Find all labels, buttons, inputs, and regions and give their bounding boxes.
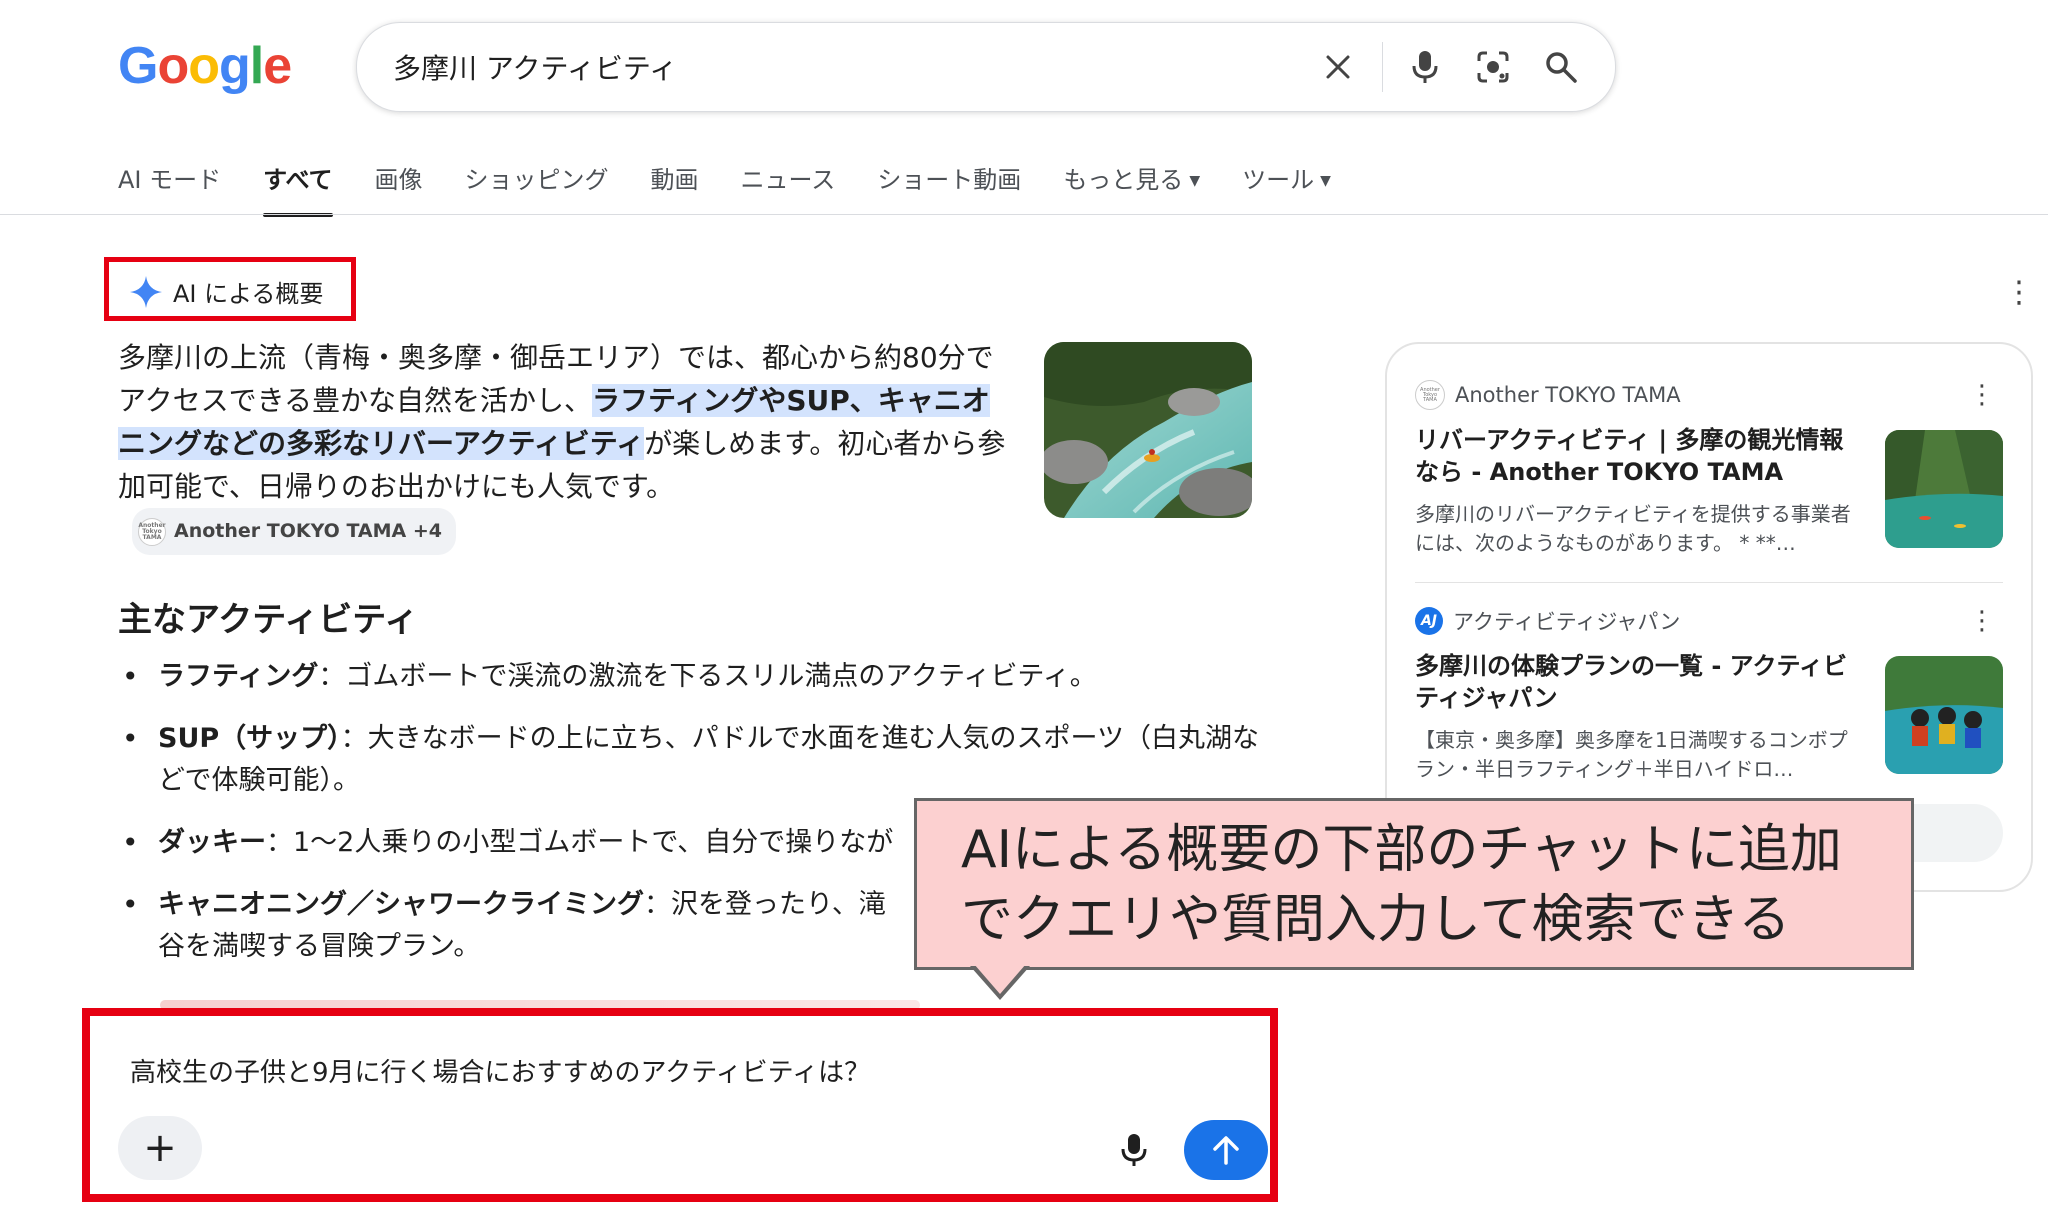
logo-letter: l <box>249 37 264 95</box>
activity-term: キャニオニング／シャワークライミング <box>158 889 644 920</box>
more-options-icon[interactable]: ⋮ <box>1969 606 1995 636</box>
callout-pointer-fill <box>974 964 1026 994</box>
ai-overview-label-highlight: AI による概要 <box>104 257 356 321</box>
annotation-callout: AIによる概要の下部のチャットに追加 でクエリや質問入力して検索できる <box>914 798 1914 970</box>
logo-letter: G <box>118 37 158 95</box>
lens-icon[interactable] <box>1467 41 1519 93</box>
ai-overview-label: AI による概要 <box>129 274 323 309</box>
more-options-icon[interactable]: ⋮ <box>1969 380 1995 410</box>
another-tokyo-tama-logo-icon: Another Tokyo TAMA <box>138 517 166 546</box>
header-divider <box>0 214 2048 215</box>
tab-tools[interactable]: ツール ▼ <box>1242 160 1331 211</box>
search-divider <box>1382 42 1383 92</box>
source-chip-label: Another TOKYO TAMA +4 <box>174 520 443 542</box>
microphone-icon[interactable] <box>1112 1128 1156 1172</box>
source-snippet: 【東京・奥多摩】奥多摩を1日満喫するコンボプラン・半日ラフティング＋半日ハイドロ… <box>1415 728 1848 781</box>
lake-kayak-thumbnail[interactable] <box>1885 430 2003 548</box>
source-snippet: 多摩川のリバーアクティビティを提供する事業者には、次のようなものがあります。 *… <box>1415 502 1851 555</box>
activity-term: ダッキー <box>158 827 266 858</box>
ai-overview-summary: 多摩川の上流（青梅・奥多摩・御岳エリア）では、都心から約80分でアクセスできる豊… <box>118 336 1008 555</box>
send-button[interactable] <box>1184 1120 1268 1180</box>
source-title[interactable]: リバーアクティビティ | 多摩の観光情報なら - Another TOKYO T… <box>1415 424 1855 488</box>
tab-news[interactable]: ニュース <box>741 160 836 211</box>
activity-desc: ：ゴムボートで渓流の激流を下るスリル満点のアクティビティ。 <box>318 661 1097 692</box>
arrow-up-icon <box>1213 1136 1239 1165</box>
more-options-icon[interactable]: ⋮ <box>2004 278 2034 308</box>
gemini-sparkle-icon <box>130 275 162 308</box>
activities-heading: 主なアクティビティ <box>118 600 419 640</box>
another-tokyo-tama-logo-icon: Another Tokyo TAMA <box>1415 380 1445 410</box>
source-site: Another Tokyo TAMA Another TOKYO TAMA <box>1415 380 2003 410</box>
search-input[interactable]: 多摩川 アクティビティ <box>393 47 677 87</box>
list-item: SUP（サップ）：大きなボードの上に立ち、パドルで水面を進む人気のスポーツ（白丸… <box>118 718 1268 802</box>
logo-letter: g <box>218 37 251 95</box>
plus-icon: + <box>143 1125 177 1171</box>
tab-ai-mode[interactable]: AI モード <box>118 160 221 211</box>
callout-line-2: でクエリや質問入力して検索できる <box>961 890 1791 950</box>
source-name: Another TOKYO TAMA <box>1455 383 1681 407</box>
chat-input[interactable]: 高校生の子供と9月に行く場合におすすめのアクティビティは？ <box>130 1052 870 1089</box>
tab-images[interactable]: 画像 <box>375 160 423 211</box>
activity-japan-logo-icon: AJ <box>1415 607 1443 635</box>
search-icon[interactable] <box>1535 41 1587 93</box>
search-tabs: AI モード すべて 画像 ショッピング 動画 ニュース ショート動画 もっと見… <box>118 160 1373 217</box>
logo-letter: e <box>263 37 292 95</box>
river-rafting-image[interactable] <box>1044 342 1252 518</box>
caret-down-icon: ▼ <box>1189 173 1201 189</box>
search-actions <box>1296 41 1587 93</box>
tab-shopping[interactable]: ショッピング <box>465 160 609 211</box>
activity-term: SUP（サップ） <box>158 723 341 754</box>
list-item: ラフティング：ゴムボートで渓流の激流を下るスリル満点のアクティビティ。 <box>118 656 1238 698</box>
google-logo[interactable]: Google <box>118 36 292 96</box>
activity-desc: ：1〜2人乗りの小型ゴムボートで、自分で操りなが <box>266 827 894 858</box>
source-chip[interactable]: Another Tokyo TAMA Another TOKYO TAMA +4 <box>132 508 457 555</box>
caret-down-icon: ▼ <box>1320 173 1331 189</box>
tab-more[interactable]: もっと見る ▼ <box>1063 160 1200 211</box>
river-group-thumbnail[interactable] <box>1885 656 2003 774</box>
source-site: AJ アクティビティジャパン <box>1415 606 2003 636</box>
tab-videos[interactable]: 動画 <box>651 160 699 211</box>
source-title[interactable]: 多摩川の体験プランの一覧 - アクティビティジャパン <box>1415 650 1855 714</box>
source-card[interactable]: AJ アクティビティジャパン ⋮ 多摩川の体験プランの一覧 - アクティビティジ… <box>1415 606 2003 796</box>
followup-chat-box: 高校生の子供と9月に行く場合におすすめのアクティビティは？ + <box>82 1008 1278 1202</box>
clear-icon[interactable] <box>1312 41 1364 93</box>
logo-letter: o <box>157 37 189 95</box>
tab-all[interactable]: すべて <box>263 160 333 217</box>
card-divider <box>1415 582 2003 583</box>
tab-tools-label: ツール <box>1242 166 1315 194</box>
activity-term: ラフティング <box>158 661 319 692</box>
add-attachment-button[interactable]: + <box>118 1116 202 1180</box>
activity-desc: ：沢を登ったり、滝 <box>644 889 886 920</box>
ai-overview-title: AI による概要 <box>173 280 324 308</box>
callout-line-1: AIによる概要の下部のチャットに追加 <box>961 820 1842 880</box>
tab-more-label: もっと見る <box>1063 166 1184 194</box>
logo-letter: o <box>188 37 220 95</box>
tab-short-videos[interactable]: ショート動画 <box>877 160 1021 211</box>
search-bar[interactable]: 多摩川 アクティビティ <box>356 22 1616 112</box>
source-name: アクティビティジャパン <box>1453 610 1681 634</box>
source-card[interactable]: Another Tokyo TAMA Another TOKYO TAMA ⋮ … <box>1415 380 2003 570</box>
microphone-icon[interactable] <box>1399 41 1451 93</box>
